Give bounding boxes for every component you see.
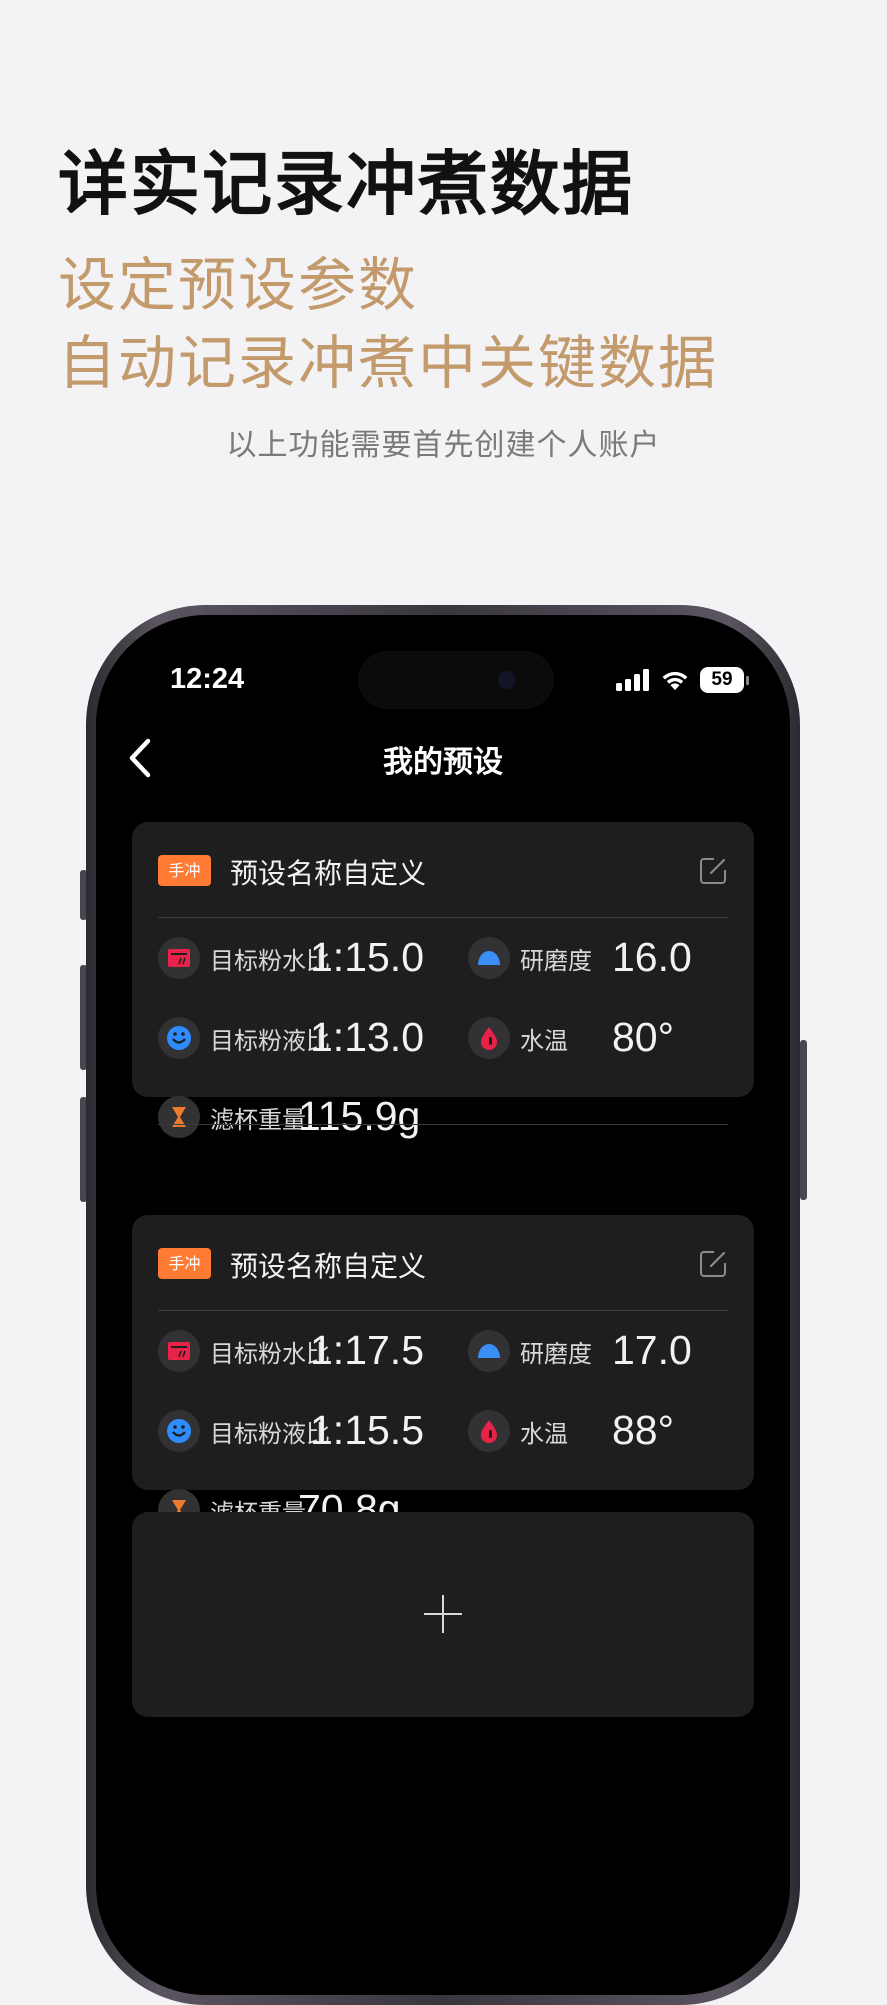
ratio-icon — [158, 937, 200, 979]
headline: 详实记录冲煮数据 — [58, 143, 634, 225]
edit-preset-button[interactable] — [698, 856, 728, 886]
subtitle-line-2: 自动记录冲煮中关键数据 — [58, 329, 719, 397]
preset-card[interactable]: 手冲 预设名称自定义 目标粉水比 1:15.0 研磨度 16.0 目标粉液比 1… — [132, 822, 754, 1139]
wifi-icon — [662, 671, 688, 690]
liquid-ratio-icon — [158, 1017, 200, 1059]
metric-grind: 研磨度 — [468, 1330, 592, 1372]
metric-value: 16.0 — [612, 934, 692, 980]
water-temp-icon — [468, 1017, 510, 1059]
phone-screen: 12:24 59 我的预设 手冲 预设名称自定义 目标粉水比 1:15.0 研磨… — [96, 615, 790, 1995]
status-time: 12:24 — [170, 663, 245, 695]
dynamic-island — [358, 651, 554, 709]
preset-name: 预设名称自定义 — [230, 857, 427, 890]
preset-type-tag: 手冲 — [158, 855, 211, 886]
account-note: 以上功能需要首先创建个人账户 — [226, 428, 661, 463]
metric-filter-weight: 滤杯重量 — [158, 1096, 306, 1138]
subtitle-line-1: 设定预设参数 — [58, 251, 419, 319]
metric-value: 1:17.5 — [310, 1327, 424, 1373]
preset-type-tag: 手冲 — [158, 1248, 211, 1279]
preset-card[interactable]: 手冲 预设名称自定义 目标粉水比 1:17.5 研磨度 17.0 目标粉液比 1… — [132, 1215, 754, 1532]
metric-value: 1:15.5 — [310, 1407, 424, 1453]
edit-preset-button[interactable] — [698, 1249, 728, 1279]
metric-label: 研磨度 — [520, 946, 592, 975]
metric-liquid-ratio: 目标粉液比 — [158, 1410, 330, 1452]
add-preset-button[interactable] — [132, 1512, 754, 1717]
metric-water-temp: 水温 — [468, 1410, 568, 1452]
cellular-signal-icon — [616, 669, 649, 691]
metric-liquid-ratio: 目标粉液比 — [158, 1017, 330, 1059]
metric-water-temp: 水温 — [468, 1017, 568, 1059]
preset-name: 预设名称自定义 — [230, 1250, 427, 1283]
card-divider — [158, 917, 728, 918]
metric-value: 88° — [612, 1407, 675, 1453]
battery-indicator: 59 — [700, 667, 749, 693]
water-temp-icon — [468, 1410, 510, 1452]
metric-ratio: 目标粉水比 — [158, 1330, 330, 1372]
metric-value: 1:15.0 — [310, 934, 424, 980]
edit-icon — [700, 858, 726, 884]
list-separator — [158, 1124, 728, 1125]
metric-label: 研磨度 — [520, 1339, 592, 1368]
metric-value: 17.0 — [612, 1327, 692, 1373]
metric-value: 115.9g — [298, 1093, 421, 1139]
ratio-icon — [158, 1330, 200, 1372]
metric-value: 80° — [612, 1014, 675, 1060]
grind-icon — [468, 1330, 510, 1372]
metric-ratio: 目标粉水比 — [158, 937, 330, 979]
phone-power-button — [800, 1040, 807, 1200]
metric-label: 滤杯重量 — [210, 1105, 306, 1134]
hourglass-icon — [158, 1096, 200, 1138]
status-icons: 59 — [616, 665, 749, 695]
camera-icon — [498, 671, 516, 689]
metric-grind: 研磨度 — [468, 937, 592, 979]
metric-label: 水温 — [520, 1026, 568, 1055]
liquid-ratio-icon — [158, 1410, 200, 1452]
grind-icon — [468, 937, 510, 979]
card-divider — [158, 1310, 728, 1311]
edit-icon — [700, 1251, 726, 1277]
metric-value: 1:13.0 — [310, 1014, 424, 1060]
page-title: 我的预设 — [383, 745, 503, 780]
metric-label: 水温 — [520, 1419, 568, 1448]
